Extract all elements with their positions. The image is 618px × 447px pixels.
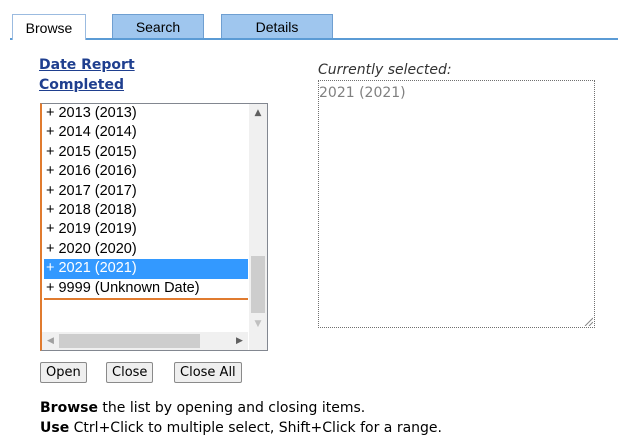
currently-selected-label: Currently selected:: [318, 62, 452, 78]
horizontal-scrollbar[interactable]: ◀ ▶: [42, 332, 248, 350]
horizontal-scroll-thumb[interactable]: [59, 334, 200, 348]
list-item[interactable]: + 2018 (2018): [44, 201, 248, 220]
scroll-left-arrow-icon[interactable]: ◀: [42, 332, 59, 350]
list-heading-link[interactable]: Date Report Completed: [39, 55, 199, 95]
tab-search[interactable]: Search: [112, 14, 204, 38]
list-item[interactable]: + 2017 (2017): [44, 182, 248, 201]
list-item[interactable]: + 2019 (2019): [44, 220, 248, 239]
scroll-down-arrow-icon[interactable]: ▼: [249, 315, 267, 332]
list-item[interactable]: + 9999 (Unknown Date): [44, 279, 248, 300]
tab-underline: [10, 38, 618, 40]
close-all-button[interactable]: Close All: [174, 362, 242, 383]
heading-line-2: Completed: [39, 77, 125, 93]
help-browse-bold: Browse: [40, 400, 98, 416]
list-item[interactable]: + 2013 (2013): [44, 104, 248, 123]
resize-grip-icon[interactable]: [583, 316, 593, 326]
list-item-selected[interactable]: + 2021 (2021): [44, 259, 248, 279]
tab-bar: Browse Search Details: [12, 14, 618, 40]
scroll-right-arrow-icon[interactable]: ▶: [231, 332, 248, 350]
currently-selected-box[interactable]: 2021 (2021): [318, 80, 595, 328]
list-item[interactable]: + 2020 (2020): [44, 240, 248, 259]
date-listbox[interactable]: + 2013 (2013) + 2014 (2014) + 2015 (2015…: [40, 103, 268, 351]
list-items: + 2013 (2013) + 2014 (2014) + 2015 (2015…: [44, 104, 248, 300]
tab-details[interactable]: Details: [221, 14, 333, 38]
open-button[interactable]: Open: [40, 362, 87, 383]
help-use-bold: Use: [40, 420, 70, 436]
close-button[interactable]: Close: [106, 362, 154, 383]
list-item[interactable]: + 2014 (2014): [44, 123, 248, 142]
vertical-scroll-thumb[interactable]: [251, 256, 265, 313]
vertical-scrollbar[interactable]: ▲ ▼: [249, 104, 267, 332]
help-line-2-text: Ctrl+Click to multiple select, Shift+Cli…: [69, 420, 442, 436]
scroll-up-arrow-icon[interactable]: ▲: [249, 104, 267, 121]
help-line-1: Browse the list by opening and closing i…: [40, 400, 365, 416]
list-item[interactable]: + 2016 (2016): [44, 162, 248, 181]
help-line-2: Use Ctrl+Click to multiple select, Shift…: [40, 420, 442, 436]
help-line-1-text: the list by opening and closing items.: [97, 400, 366, 416]
currently-selected-value: 2021 (2021): [319, 85, 406, 101]
list-item[interactable]: + 2015 (2015): [44, 143, 248, 162]
scrollbar-corner: [249, 332, 267, 350]
tab-browse[interactable]: Browse: [12, 14, 86, 40]
heading-line-1: Date Report: [39, 57, 135, 73]
